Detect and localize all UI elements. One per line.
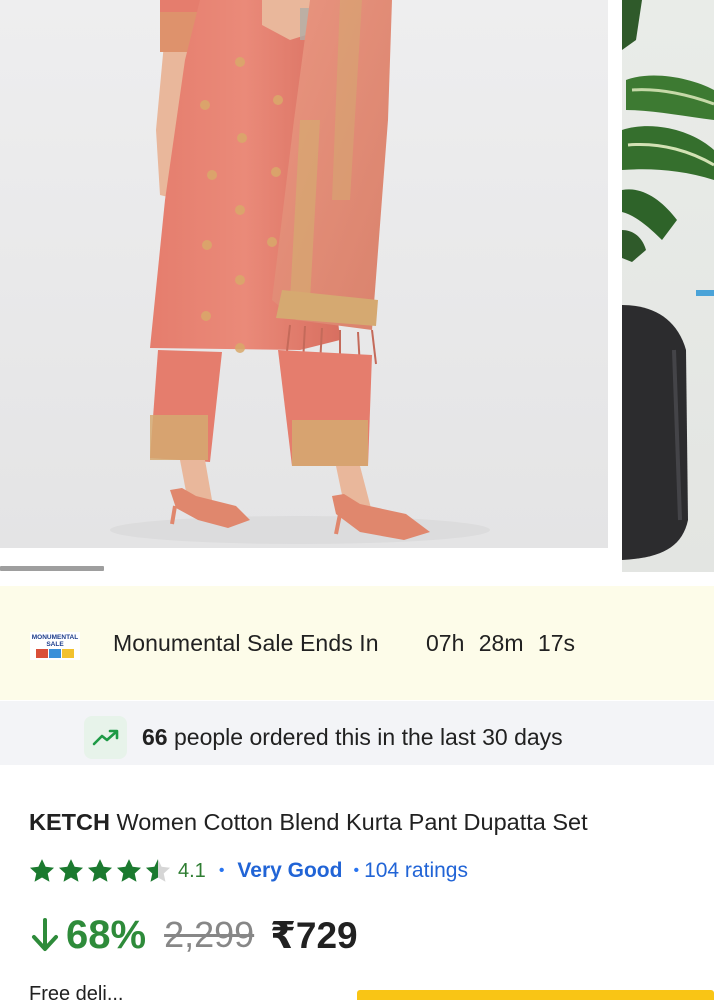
star-icon	[58, 859, 84, 882]
svg-text:SALE: SALE	[46, 641, 64, 648]
separator-dot: •	[218, 862, 225, 879]
sale-countdown-timer: 07h 28m 17s	[426, 630, 575, 656]
brand-name: KETCH	[29, 809, 110, 835]
arrow-down-icon	[32, 918, 58, 951]
carousel-scroll-indicator	[0, 566, 104, 571]
delivery-info-partial: Free deli...	[29, 983, 124, 1000]
star-icon	[87, 859, 113, 882]
product-image-next[interactable]	[622, 0, 714, 572]
discount-percentage: 68%	[30, 913, 146, 958]
product-image-carousel[interactable]	[0, 0, 714, 585]
original-price: 2,299	[164, 914, 255, 955]
product-title: KETCH Women Cotton Blend Kurta Pant Dupa…	[29, 809, 588, 836]
svg-text:MONUMENTAL: MONUMENTAL	[32, 634, 78, 641]
rating-value: 4.1	[178, 859, 206, 882]
orders-count: 66	[142, 724, 168, 750]
rating-row[interactable]: 4.1 • Very Good • 104 ratings	[28, 856, 468, 886]
star-icon	[116, 859, 142, 882]
monumental-sale-logo: MONUMENTAL SALE	[30, 632, 80, 660]
rating-stars	[28, 857, 172, 885]
buy-now-button-partial[interactable]	[357, 990, 714, 1000]
product-name: Women Cotton Blend Kurta Pant Dupatta Se…	[116, 809, 588, 835]
discount-value: 68%	[66, 912, 147, 957]
plant-photo	[622, 0, 714, 560]
price-row: 68% 2,299 ₹729	[30, 909, 358, 961]
selling-price: ₹729	[270, 914, 358, 956]
product-image-main[interactable]	[0, 0, 608, 548]
separator-dot: •	[353, 862, 360, 879]
partial-star-icon	[145, 859, 171, 882]
orders-label: people ordered this in the last 30 days	[167, 724, 563, 750]
rating-label: Very Good	[237, 859, 343, 882]
kurta-set-photo	[110, 0, 490, 544]
star-icon	[29, 859, 55, 882]
trending-up-icon	[84, 716, 127, 759]
ratings-count-link[interactable]: 104 ratings	[364, 859, 468, 883]
sale-ends-label: Monumental Sale Ends In	[113, 630, 379, 656]
recent-orders-text: 66 people ordered this in the last 30 da…	[142, 724, 563, 751]
